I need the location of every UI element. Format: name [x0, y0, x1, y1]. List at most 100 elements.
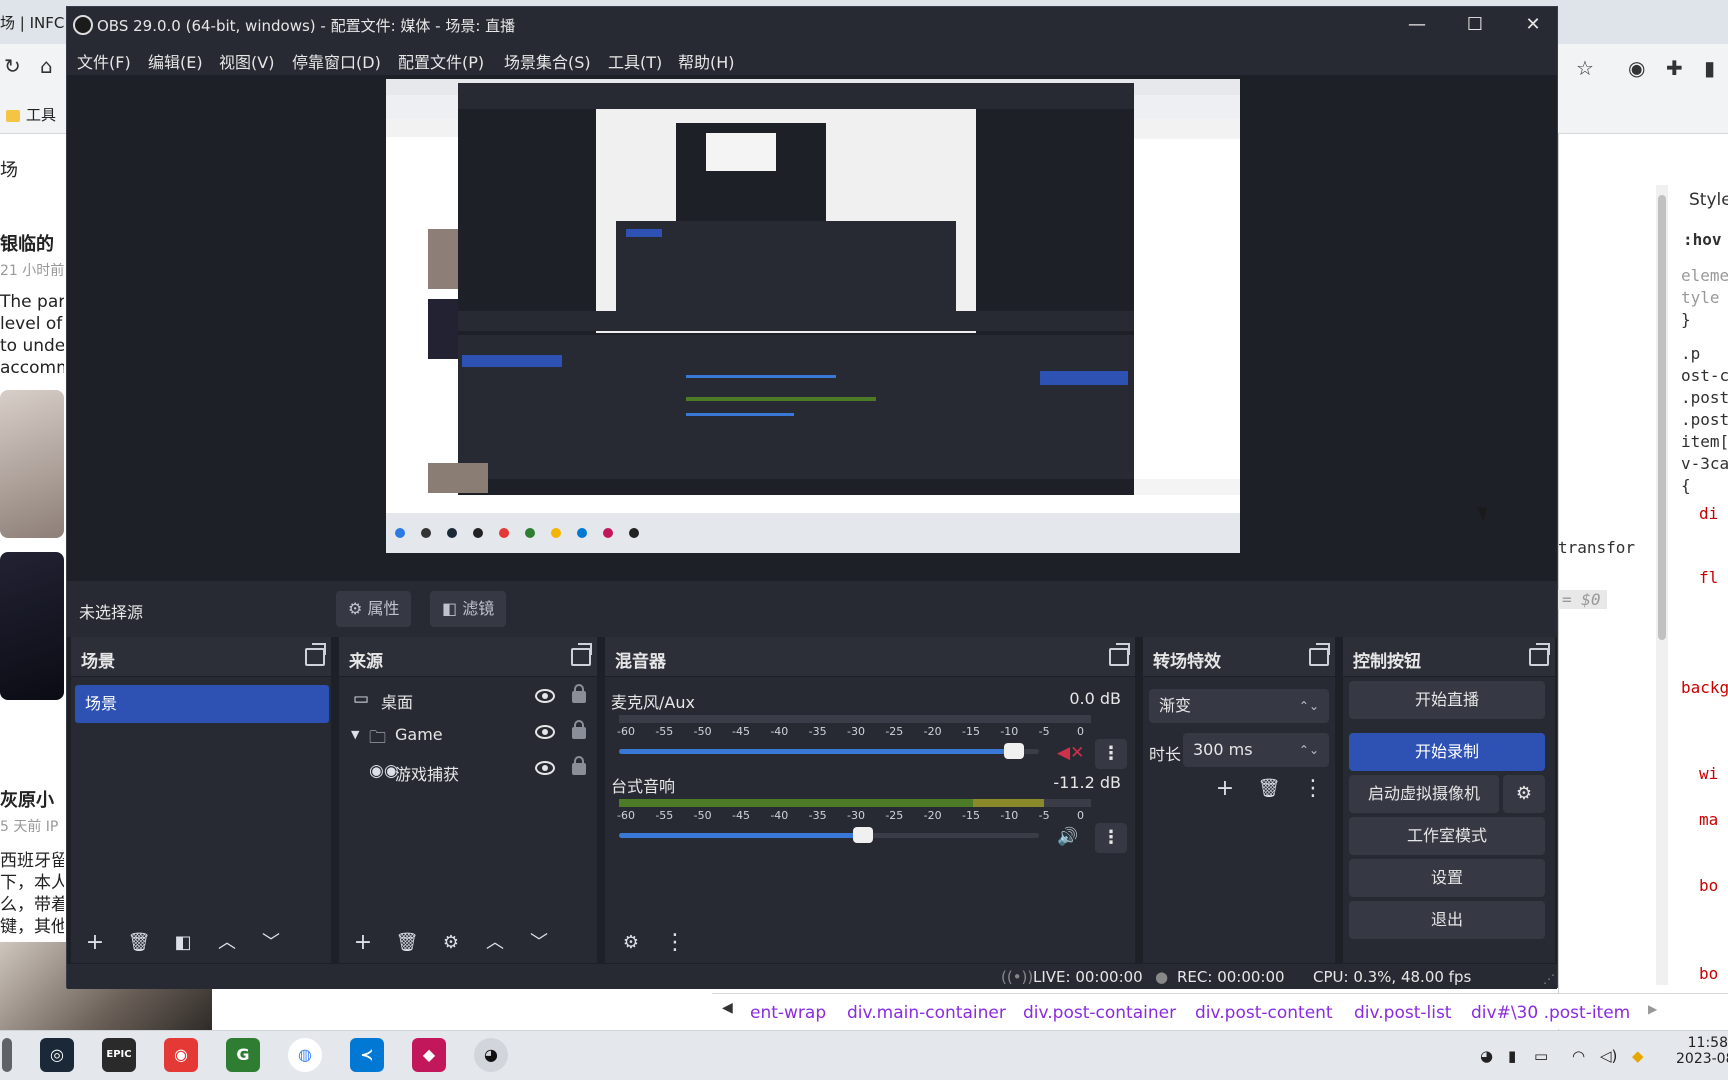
- lock-icon[interactable]: [572, 720, 586, 739]
- resize-grip-icon[interactable]: ⋰: [1543, 972, 1555, 986]
- styles-tab[interactable]: Style: [1689, 190, 1728, 210]
- hov-toggle[interactable]: :hov: [1683, 230, 1722, 249]
- menu-edit[interactable]: 编辑(E): [148, 49, 203, 73]
- menu-tools[interactable]: 工具(T): [608, 49, 662, 73]
- add-scene-button[interactable]: +: [77, 927, 113, 959]
- filters-button[interactable]: ◧ 滤镜: [430, 591, 507, 627]
- preview-canvas[interactable]: [386, 79, 1240, 553]
- visibility-eye-icon[interactable]: [535, 689, 555, 703]
- star-icon[interactable]: ☆: [1576, 56, 1594, 80]
- lock-icon[interactable]: [572, 684, 586, 703]
- start-virtual-camera-button[interactable]: 启动虚拟摄像机: [1349, 775, 1499, 813]
- extension-eye-icon[interactable]: ◉: [1628, 56, 1645, 80]
- tray-obs-icon[interactable]: ◕: [1480, 1047, 1493, 1065]
- css-property[interactable]: backg: [1681, 678, 1728, 697]
- add-source-button[interactable]: +: [345, 927, 381, 959]
- lock-icon[interactable]: [572, 756, 586, 775]
- minimize-button[interactable]: —: [1395, 11, 1439, 39]
- move-up-button[interactable]: ︿: [209, 927, 245, 959]
- app-icon[interactable]: ◆: [412, 1038, 446, 1072]
- close-button[interactable]: ✕: [1511, 11, 1555, 39]
- reload-icon[interactable]: ↻: [4, 54, 21, 78]
- home-icon[interactable]: ⌂: [40, 54, 53, 78]
- scrollbar-thumb[interactable]: [1658, 195, 1666, 640]
- post-title[interactable]: 银临的: [0, 230, 54, 256]
- netease-music-icon[interactable]: ◉: [164, 1038, 198, 1072]
- move-down-button[interactable]: ﹀: [521, 927, 557, 959]
- studio-mode-button[interactable]: 工作室模式: [1349, 817, 1545, 855]
- microphone-icon[interactable]: ▮: [1508, 1047, 1516, 1065]
- transition-menu-button[interactable]: ⋮: [1295, 773, 1331, 805]
- source-properties-button[interactable]: ⚙: [433, 927, 469, 959]
- undock-icon[interactable]: [1529, 643, 1550, 666]
- wifi-icon[interactable]: ◠: [1572, 1047, 1585, 1065]
- properties-button[interactable]: ⚙ 属性: [336, 591, 412, 627]
- bookmark-folder[interactable]: 工具: [6, 104, 56, 125]
- exit-button[interactable]: 退出: [1349, 901, 1545, 939]
- puzzle-icon[interactable]: ✚: [1666, 56, 1683, 80]
- post-image[interactable]: [0, 552, 64, 700]
- undock-icon[interactable]: [571, 643, 592, 666]
- volume-icon[interactable]: ◁): [1600, 1047, 1617, 1065]
- menu-help[interactable]: 帮助(H): [678, 49, 735, 73]
- channel-menu-button[interactable]: ⋮: [1095, 739, 1127, 769]
- css-property[interactable]: fl: [1699, 568, 1718, 587]
- g-app-icon[interactable]: G: [226, 1038, 260, 1072]
- muted-speaker-icon[interactable]: ◀✕: [1057, 743, 1084, 763]
- breadcrumb-item[interactable]: div.post-container: [1023, 1003, 1176, 1023]
- css-property[interactable]: bo: [1699, 964, 1718, 983]
- undock-icon[interactable]: [1109, 643, 1130, 666]
- epic-games-icon[interactable]: EPIC: [102, 1038, 136, 1072]
- settings-button[interactable]: 设置: [1349, 859, 1545, 897]
- menu-profile[interactable]: 配置文件(P): [398, 49, 484, 73]
- expand-arrow-icon[interactable]: ▼: [351, 728, 359, 741]
- slider-handle[interactable]: [852, 827, 873, 843]
- source-item[interactable]: ▭ 桌面: [339, 681, 597, 717]
- post-title[interactable]: 灰原小: [0, 786, 54, 812]
- add-transition-button[interactable]: +: [1207, 773, 1243, 805]
- obs-titlebar[interactable]: OBS 29.0.0 (64-bit, windows) - 配置文件: 媒体 …: [67, 7, 1557, 43]
- post-image[interactable]: [0, 390, 64, 538]
- spin-arrows-icon[interactable]: ⌃⌄: [1299, 733, 1319, 767]
- vscode-icon[interactable]: ≺: [350, 1038, 384, 1072]
- clock[interactable]: 11:58 2023-08: [1676, 1035, 1728, 1067]
- source-item[interactable]: ◉◉ 游戏捕获: [339, 753, 597, 789]
- browser-tab-title[interactable]: 场 | INFC: [0, 12, 64, 33]
- notification-icon[interactable]: ◆: [1632, 1047, 1644, 1065]
- chevron-right-icon[interactable]: ▶: [1648, 1002, 1657, 1016]
- breadcrumb-item[interactable]: div#\30 .post-item: [1471, 1003, 1630, 1023]
- menu-scene-collection[interactable]: 场景集合(S): [504, 49, 591, 73]
- battery-icon[interactable]: ▭: [1534, 1047, 1548, 1065]
- move-up-button[interactable]: ︿: [477, 927, 513, 959]
- duration-spinbox[interactable]: 300 ms ⌃⌄: [1183, 733, 1329, 767]
- remove-source-button[interactable]: 🗑: [389, 927, 425, 959]
- volume-slider[interactable]: [619, 743, 1039, 759]
- remove-scene-button[interactable]: 🗑: [121, 927, 157, 959]
- remove-transition-button[interactable]: 🗑: [1251, 773, 1287, 805]
- start-recording-button[interactable]: 开始录制: [1349, 733, 1545, 771]
- css-property[interactable]: bo: [1699, 876, 1718, 895]
- undock-icon[interactable]: [1309, 643, 1330, 666]
- css-property[interactable]: ma: [1699, 810, 1718, 829]
- breadcrumb-item[interactable]: div.main-container: [847, 1003, 1006, 1023]
- virtual-camera-settings-gear-icon[interactable]: ⚙: [1503, 775, 1545, 813]
- advanced-audio-button[interactable]: ⚙: [613, 927, 649, 959]
- scene-filters-button[interactable]: ◧: [165, 927, 201, 959]
- sidebar-icon[interactable]: ▮: [1704, 56, 1715, 80]
- menu-docks[interactable]: 停靠窗口(D): [292, 49, 381, 73]
- css-property[interactable]: wi: [1699, 764, 1718, 783]
- volume-slider[interactable]: [619, 827, 1039, 843]
- visibility-eye-icon[interactable]: [535, 725, 555, 739]
- devtools-scrollbar[interactable]: [1656, 185, 1668, 985]
- breadcrumb-item[interactable]: div.post-content: [1195, 1003, 1333, 1023]
- css-property[interactable]: di: [1699, 504, 1718, 523]
- obs-taskbar-icon[interactable]: ◕: [474, 1038, 508, 1072]
- undock-icon[interactable]: [305, 643, 326, 666]
- speaker-icon[interactable]: 🔊: [1057, 827, 1078, 847]
- start-edge-icon[interactable]: [2, 1038, 12, 1072]
- chrome-icon[interactable]: ◍: [288, 1038, 322, 1072]
- start-streaming-button[interactable]: 开始直播: [1349, 681, 1545, 719]
- menu-file[interactable]: 文件(F): [77, 49, 131, 73]
- slider-handle[interactable]: [1003, 743, 1024, 759]
- menu-view[interactable]: 视图(V): [219, 49, 274, 73]
